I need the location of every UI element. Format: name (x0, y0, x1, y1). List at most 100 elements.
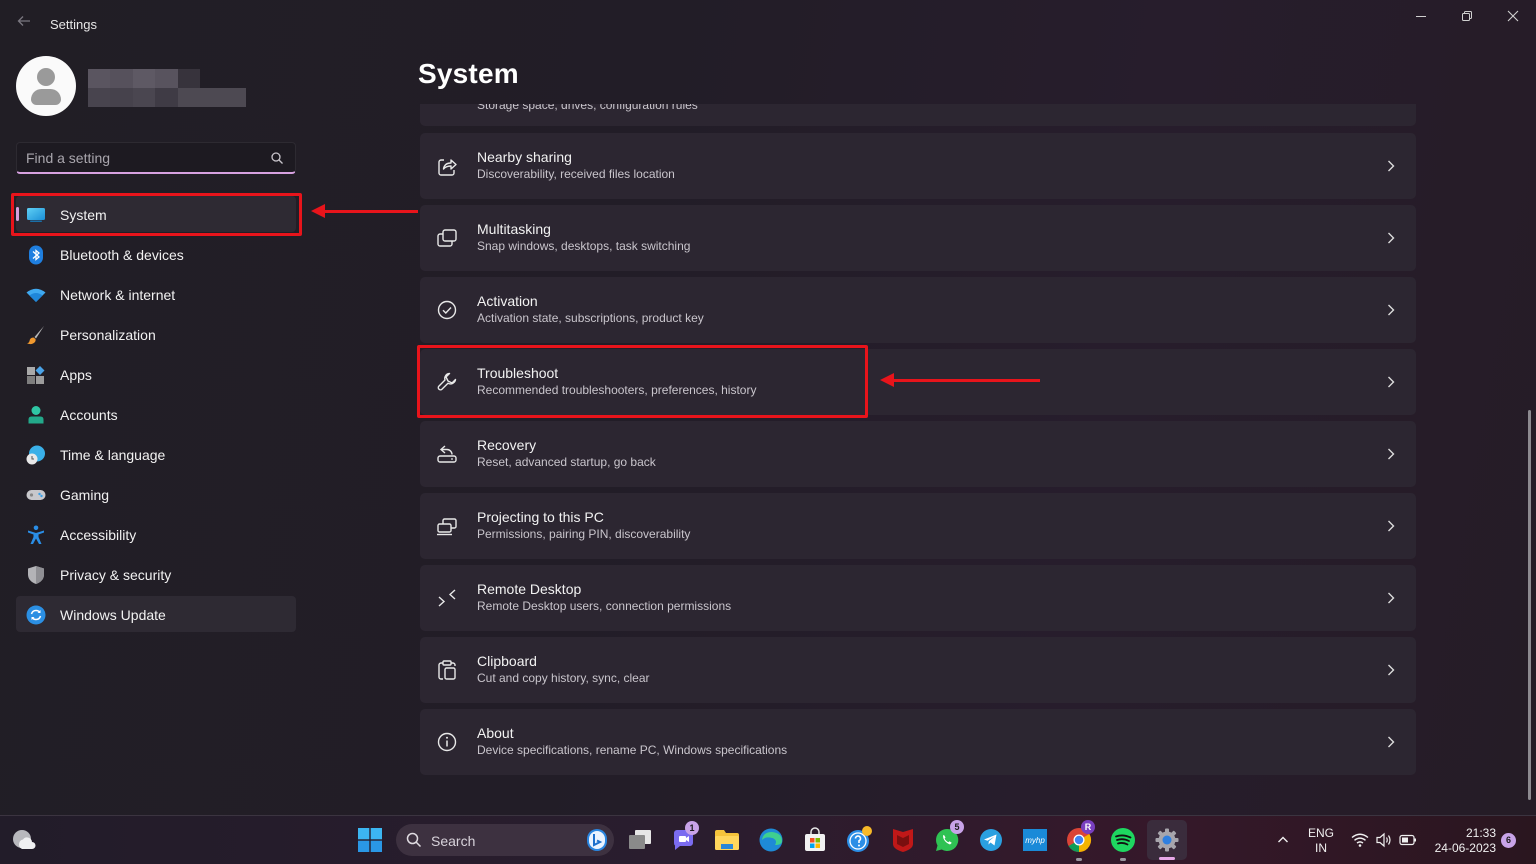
search-input[interactable] (26, 143, 266, 173)
back-button[interactable] (14, 14, 34, 34)
card-title: Multitasking (477, 221, 551, 237)
remote-desktop-card[interactable]: Remote Desktop Remote Desktop users, con… (420, 565, 1416, 631)
chevron-right-icon (1388, 448, 1395, 460)
clock[interactable]: 21:33 24-06-2023 (1424, 826, 1496, 856)
close-icon (1507, 10, 1519, 22)
annotation-arrowhead-system (311, 204, 325, 218)
sidebar-item-personalization[interactable]: Personalization (16, 316, 296, 352)
running-indicator (1120, 858, 1126, 861)
teams-badge: 1 (685, 821, 699, 835)
sidebar-item-label: Time & language (60, 447, 166, 463)
scrollbar[interactable] (1528, 410, 1531, 800)
taskbar: Search 1 5 myhp R ENG IN 21:33 24-06-202… (0, 815, 1536, 864)
search-icon (271, 152, 283, 164)
windows-logo-icon (358, 828, 382, 852)
restore-button[interactable] (1444, 4, 1490, 28)
taskbar-search-label: Search (431, 833, 476, 849)
recovery-icon (437, 445, 457, 463)
chevron-right-icon (1388, 736, 1395, 748)
card-title: Recovery (477, 437, 537, 453)
region-code: IN (1315, 841, 1327, 855)
sidebar-item-time-language[interactable]: Time & language (16, 436, 296, 472)
chevron-right-icon (1388, 592, 1395, 604)
page-title: System (418, 58, 519, 89)
spotify-icon (1111, 828, 1135, 852)
taskbar-app-settings[interactable] (1147, 820, 1187, 860)
chevron-right-icon (1388, 520, 1395, 532)
notification-count-badge[interactable]: 6 (1501, 833, 1516, 848)
bluetooth-icon (29, 245, 43, 265)
card-title: Remote Desktop (477, 581, 582, 597)
taskbar-app-chrome[interactable]: R (1064, 820, 1095, 861)
annotation-arrow-system (322, 210, 418, 213)
taskbar-app-mcafee[interactable] (888, 825, 918, 855)
sidebar-item-gaming[interactable]: Gaming (16, 476, 296, 512)
recovery-card[interactable]: Recovery Reset, advanced startup, go bac… (420, 421, 1416, 487)
taskbar-app-whatsapp[interactable]: 5 (932, 820, 964, 855)
clipboard-card[interactable]: Clipboard Cut and copy history, sync, cl… (420, 637, 1416, 703)
multitasking-icon (437, 229, 457, 247)
check-circle-icon (437, 300, 457, 320)
wifi-icon (26, 288, 46, 302)
taskbar-app-task-view[interactable] (625, 825, 655, 855)
sidebar-item-windows-update[interactable]: Windows Update (16, 596, 296, 632)
redacted-username (88, 69, 248, 107)
chevron-right-icon (1388, 232, 1395, 244)
taskbar-search[interactable]: Search (396, 824, 614, 856)
chevron-right-icon (1388, 304, 1395, 316)
running-indicator (1076, 858, 1082, 861)
highlight-box-system (11, 193, 302, 236)
show-hidden-icons-button[interactable] (1268, 825, 1298, 855)
taskbar-app-teams[interactable]: 1 (669, 821, 699, 855)
taskbar-app-get-help[interactable] (844, 825, 874, 855)
sidebar-item-accounts[interactable]: Accounts (16, 396, 296, 432)
card-subtitle: Reset, advanced startup, go back (477, 455, 656, 469)
sidebar-item-apps[interactable]: Apps (16, 356, 296, 392)
find-setting-search[interactable] (16, 142, 296, 174)
about-card[interactable]: About Device specifications, rename PC, … (420, 709, 1416, 775)
start-button[interactable] (355, 825, 385, 855)
volume-icon (1376, 832, 1391, 848)
language-indicator[interactable]: ENG IN (1302, 826, 1340, 856)
close-button[interactable] (1490, 4, 1536, 28)
taskbar-app-file-explorer[interactable] (712, 825, 742, 855)
card-title: Projecting to this PC (477, 509, 604, 525)
clock-time: 21:33 (1465, 826, 1496, 840)
search-icon (406, 832, 422, 848)
chevron-right-icon (1388, 376, 1395, 388)
weather-widget[interactable] (8, 825, 38, 855)
taskbar-app-edge[interactable] (756, 825, 786, 855)
nearby-sharing-card[interactable]: Nearby sharing Discoverability, received… (420, 133, 1416, 199)
taskbar-app-spotify[interactable] (1108, 825, 1138, 861)
card-subtitle: Activation state, subscriptions, product… (477, 311, 704, 325)
sidebar-item-privacy-security[interactable]: Privacy & security (16, 556, 296, 592)
bing-icon[interactable] (586, 828, 608, 852)
card-title: About (477, 725, 514, 741)
multitasking-card[interactable]: Multitasking Snap windows, desktops, tas… (420, 205, 1416, 271)
paintbrush-icon (27, 326, 44, 345)
sidebar-item-bluetooth[interactable]: Bluetooth & devices (16, 236, 296, 272)
accessibility-icon (28, 525, 44, 544)
sidebar-item-label: Network & internet (60, 287, 176, 303)
card-subtitle: Discoverability, received files location (477, 167, 675, 181)
avatar[interactable] (16, 56, 76, 116)
activation-card[interactable]: Activation Activation state, subscriptio… (420, 277, 1416, 343)
sidebar-item-label: Gaming (60, 487, 110, 503)
storage-card[interactable]: Storage space, drives, configuration rul… (420, 104, 1416, 126)
taskbar-app-myhp[interactable]: myhp (1020, 825, 1050, 855)
quick-settings-button[interactable] (1344, 825, 1424, 855)
chevron-right-icon (1388, 664, 1395, 676)
update-icon (26, 605, 46, 625)
sidebar-item-accessibility[interactable]: Accessibility (16, 516, 296, 552)
sidebar-item-label: Bluetooth & devices (60, 247, 184, 263)
projecting-card[interactable]: Projecting to this PC Permissions, pairi… (420, 493, 1416, 559)
sidebar-item-label: Accessibility (60, 527, 137, 543)
taskbar-app-store[interactable] (800, 825, 830, 855)
card-subtitle: Snap windows, desktops, task switching (477, 239, 691, 253)
sidebar-item-network[interactable]: Network & internet (16, 276, 296, 312)
back-arrow-icon (17, 16, 30, 26)
card-subtitle: Cut and copy history, sync, clear (477, 671, 650, 685)
card-subtitle: Remote Desktop users, connection permiss… (477, 599, 732, 613)
minimize-button[interactable] (1398, 4, 1444, 28)
taskbar-app-telegram[interactable] (976, 825, 1006, 855)
